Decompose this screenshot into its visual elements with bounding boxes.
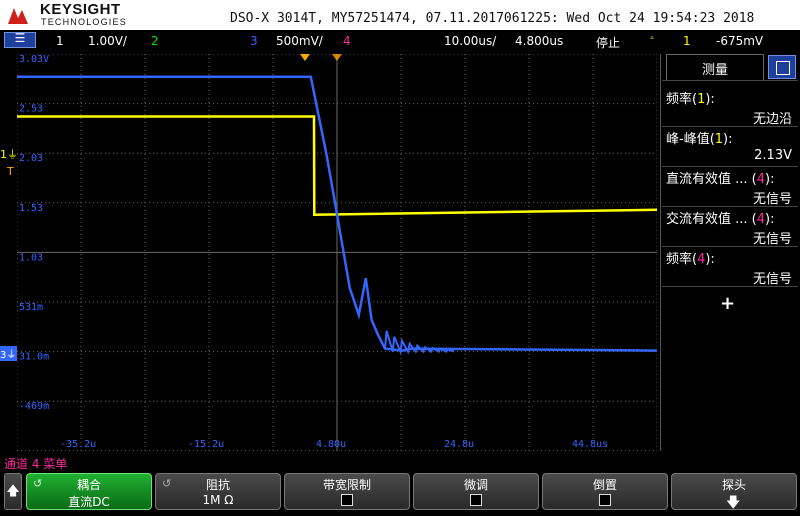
run-state[interactable]: 停止 bbox=[596, 34, 620, 51]
ch4-number[interactable]: 4 bbox=[343, 34, 351, 48]
divider bbox=[662, 246, 798, 247]
waveform-svg: 3.03V 2.53 2.03 1.53 1.03 531m 31.0m -469m -35.… bbox=[17, 54, 657, 451]
measurement-value: 无信号 bbox=[752, 272, 792, 287]
softkey-coupling-title: 耦合 bbox=[76, 478, 101, 492]
tab-measurements-label: 测量 bbox=[701, 63, 728, 78]
ch1-scale[interactable]: 1.00V/ bbox=[88, 34, 127, 48]
trigger-position-marker[interactable] bbox=[300, 54, 310, 61]
divider bbox=[662, 206, 798, 207]
x-tick-label: 44.8us bbox=[572, 439, 608, 450]
title-bar: KEYSIGHT TECHNOLOGIES DSO-X 3014T, MY572… bbox=[0, 0, 800, 30]
softkey-impedance[interactable]: ↺ 阻抗 1M Ω bbox=[155, 473, 281, 510]
invert-checkbox[interactable] bbox=[599, 494, 611, 506]
x-tick-label: 24.8u bbox=[444, 439, 474, 450]
softkey-bw-limit[interactable]: 带宽限制 bbox=[284, 473, 410, 510]
waveform-display[interactable]: 3.03V 2.53 2.03 1.53 1.03 531m 31.0m -469m -35.… bbox=[17, 54, 657, 451]
softkey-fine-title: 微调 bbox=[463, 478, 488, 492]
y-tick-label: 531m bbox=[19, 302, 43, 313]
x-tick-label: 4.80u bbox=[316, 439, 346, 450]
measurement-value: 2.13V bbox=[754, 148, 792, 163]
ch2-number[interactable]: 2 bbox=[151, 34, 159, 48]
softkey-probe-title: 探头 bbox=[721, 478, 746, 492]
x-axis-labels: -35.2u -15.2u 4.80u 24.8u 44.8us bbox=[60, 439, 608, 450]
bw-limit-checkbox[interactable] bbox=[341, 494, 353, 506]
ch3-scale[interactable]: 500mV/ bbox=[276, 34, 323, 48]
measurement-value: 无信号 bbox=[752, 232, 792, 247]
trigger-level-marker[interactable]: T bbox=[7, 165, 14, 178]
softkey-coupling-value: 直流DC bbox=[68, 495, 110, 509]
x-tick-label: -15.2u bbox=[188, 439, 224, 450]
y-tick-label: 1.53 bbox=[19, 203, 43, 214]
softkey-probe[interactable]: 探头 🡇 bbox=[671, 473, 797, 511]
softkey-bw-limit-title: 带宽限制 bbox=[322, 478, 371, 492]
main-menu-button[interactable]: ☰ bbox=[4, 31, 36, 48]
softkey-impedance-title: 阻抗 bbox=[205, 478, 230, 492]
brand-name: KEYSIGHT bbox=[40, 1, 121, 18]
ch3-number[interactable]: 3 bbox=[250, 34, 258, 48]
measurement-label: 交流有效值 ... (4): bbox=[666, 212, 775, 227]
x-tick-label: -35.2u bbox=[60, 439, 96, 450]
brand-subtitle: TECHNOLOGIES bbox=[41, 17, 127, 27]
tab-measurements[interactable]: 测量 bbox=[666, 54, 764, 80]
keysight-logo bbox=[8, 8, 28, 24]
measurement-label: 频率(1): bbox=[666, 92, 715, 107]
fine-checkbox[interactable] bbox=[470, 494, 482, 506]
add-measurement-button[interactable]: + bbox=[720, 293, 735, 314]
status-bar: ☰ 1 1.00V/ 2 3 500mV/ 4 10.00us/ 4.800us… bbox=[0, 30, 800, 52]
measurement-row[interactable]: 频率(4): 无信号 bbox=[666, 248, 798, 288]
menu-icon bbox=[776, 61, 790, 75]
divider bbox=[662, 286, 798, 287]
divider bbox=[662, 166, 798, 167]
measurement-row[interactable]: 频率(1): 无边沿 bbox=[666, 88, 798, 128]
delay-marker[interactable] bbox=[332, 54, 342, 61]
menu-title: 通道 4 菜单 bbox=[4, 457, 68, 471]
measurement-row[interactable]: 峰-峰值(1): 2.13V bbox=[666, 128, 798, 168]
menu-icon: ☰ bbox=[14, 31, 26, 45]
measurement-label: 直流有效值 ... (4): bbox=[666, 172, 775, 187]
softkey-coupling[interactable]: ↺ 耦合 直流DC bbox=[26, 473, 152, 510]
graticule bbox=[17, 54, 657, 451]
measurement-label: 频率(4): bbox=[666, 252, 715, 267]
measurement-value: 无信号 bbox=[752, 192, 792, 207]
y-tick-label: 31.0m bbox=[19, 352, 49, 363]
horizontal-delay[interactable]: 4.800us bbox=[515, 34, 563, 48]
measurement-value: 无边沿 bbox=[752, 112, 792, 127]
ch1-number[interactable]: 1 bbox=[56, 34, 64, 48]
y-axis-labels: 3.03V 2.53 2.03 1.53 1.03 531m 31.0m -469m bbox=[19, 54, 49, 412]
measurement-row[interactable]: 交流有效值 ... (4): 无信号 bbox=[666, 208, 798, 248]
measurement-label: 峰-峰值(1): bbox=[666, 132, 733, 147]
ch1-ground-marker[interactable]: 1⏚ bbox=[0, 146, 18, 162]
y-tick-label: 2.53 bbox=[19, 104, 43, 115]
softkey-fine[interactable]: 微调 bbox=[413, 473, 539, 510]
submenu-arrow-icon: 🡇 bbox=[726, 495, 741, 511]
measurement-row[interactable]: 直流有效值 ... (4): 无信号 bbox=[666, 168, 798, 208]
y-tick-label: 2.03 bbox=[19, 153, 43, 164]
back-button[interactable]: 🡅 bbox=[4, 473, 22, 510]
trigger-source[interactable]: 1 bbox=[683, 34, 691, 48]
panel-menu-button[interactable] bbox=[768, 55, 796, 79]
y-tick-label: -469m bbox=[19, 401, 49, 412]
softkey-invert[interactable]: 倒置 bbox=[542, 473, 668, 510]
divider bbox=[662, 126, 798, 127]
divider bbox=[662, 80, 798, 81]
device-info: DSO-X 3014T, MY57251474, 07.11.201706122… bbox=[230, 11, 755, 26]
trigger-level[interactable]: -675mV bbox=[716, 34, 763, 48]
y-tick-label: 1.03 bbox=[19, 252, 43, 263]
ch3-ground-marker[interactable]: 3⏚ bbox=[0, 346, 17, 361]
softkey-impedance-value: 1M Ω bbox=[202, 493, 234, 507]
y-tick-label: 3.03V bbox=[19, 54, 49, 65]
timebase[interactable]: 10.00us/ bbox=[444, 34, 496, 48]
softkey-invert-title: 倒置 bbox=[592, 478, 617, 492]
